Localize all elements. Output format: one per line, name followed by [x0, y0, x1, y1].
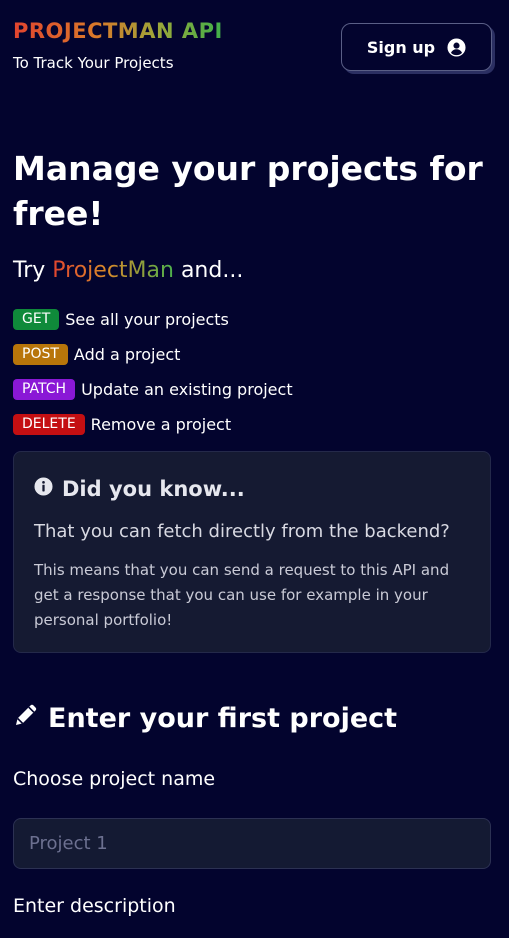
- method-desc-post: Add a project: [73, 345, 181, 364]
- info-card-question: That you can fetch directly from the bac…: [34, 521, 450, 542]
- method-desc-delete: Remove a project: [90, 415, 232, 434]
- try-prefix: Try: [13, 258, 53, 283]
- project-name-label: Choose project name: [13, 768, 216, 790]
- method-desc-patch: Update an existing project: [81, 380, 293, 399]
- try-suffix: and...: [173, 258, 244, 283]
- method-row-delete: DELETE Remove a project: [13, 407, 293, 442]
- info-card-title: Did you know...: [62, 477, 245, 501]
- method-badge-get: GET: [13, 309, 60, 330]
- form-title: Enter your first project: [13, 702, 397, 735]
- signup-label: Sign up: [366, 37, 436, 57]
- pencil-icon: [13, 702, 39, 735]
- method-list: GET See all your projects POST Add a pro…: [13, 302, 293, 442]
- hero-title: Manage your projects for free!: [13, 149, 483, 233]
- method-badge-delete: DELETE: [13, 414, 85, 435]
- method-row-patch: PATCH Update an existing project: [13, 372, 293, 407]
- try-line: Try ProjectMan and...: [13, 258, 243, 283]
- description-label: Enter description: [13, 895, 176, 917]
- info-card: Did you know... That you can fetch direc…: [13, 451, 491, 653]
- method-badge-patch: PATCH: [13, 379, 76, 400]
- method-badge-post: POST: [13, 344, 68, 365]
- user-circle-icon: [447, 37, 466, 57]
- page: PROJECTMAN API To Track Your Projects Si…: [0, 0, 509, 938]
- signup-button[interactable]: Sign up: [341, 23, 492, 71]
- brand-tagline: To Track Your Projects: [13, 54, 174, 72]
- project-name-input[interactable]: [13, 818, 491, 869]
- method-desc-get: See all your projects: [65, 310, 229, 329]
- method-row-post: POST Add a project: [13, 337, 293, 372]
- try-brand: ProjectMan: [52, 258, 174, 283]
- info-card-body: This means that you can send a request t…: [34, 561, 450, 629]
- info-circle-icon: [34, 477, 53, 501]
- brand-logo[interactable]: PROJECTMAN API: [13, 19, 223, 43]
- info-card-heading: Did you know...: [34, 477, 245, 501]
- method-row-get: GET See all your projects: [13, 302, 293, 337]
- form-title-text: Enter your first project: [48, 703, 398, 734]
